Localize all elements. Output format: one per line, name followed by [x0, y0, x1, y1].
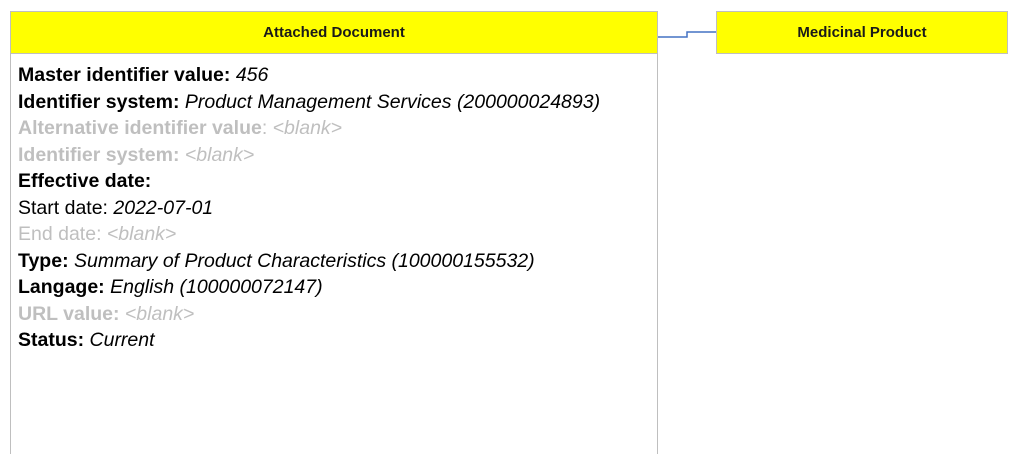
field-language: Langage: English (100000072147) — [18, 274, 657, 301]
field-end-date: End date: <blank> — [18, 221, 657, 248]
field-status: Status: Current — [18, 327, 657, 354]
field-label: Identifier system: — [18, 143, 180, 166]
field-label: URL value: — [18, 302, 120, 325]
field-label: End date: — [18, 223, 102, 245]
field-label: Type: — [18, 249, 69, 272]
field-value: English (100000072147) — [110, 276, 323, 298]
field-start-date: Start date: 2022-07-01 — [18, 195, 657, 222]
field-label: Langage: — [18, 276, 105, 298]
field-value: 456 — [235, 64, 269, 86]
field-type: Type: Summary of Product Characteristics… — [18, 248, 657, 275]
field-value: Current — [89, 329, 155, 351]
field-value: Summary of Product Characteristics (1000… — [73, 249, 535, 272]
connector-line — [658, 31, 716, 38]
field-value: 2022-07-01 — [113, 196, 214, 219]
attached-document-body: Master identifier value: 456 Identifier … — [10, 54, 658, 454]
medicinal-product-header[interactable]: Medicinal Product — [716, 11, 1008, 54]
attached-document-title: Attached Document — [263, 24, 405, 41]
field-identifier-system: Identifier system: Product Management Se… — [18, 89, 658, 116]
field-value: <blank> — [106, 223, 177, 245]
field-label: Master identifier value: — [18, 64, 231, 86]
field-value: <blank> — [124, 302, 195, 325]
field-label: Alternative identifier value — [18, 117, 262, 139]
attached-document-header[interactable]: Attached Document — [10, 11, 658, 54]
field-label: Identifier system: — [18, 90, 180, 113]
field-label: Effective date: — [18, 170, 152, 192]
field-alternative-identifier: Alternative identifier value: <blank> — [18, 115, 657, 142]
field-effective-date: Effective date: — [18, 168, 657, 195]
medicinal-product-title: Medicinal Product — [797, 24, 927, 41]
field-label: Status: — [18, 329, 85, 351]
field-label: Start date: — [18, 196, 108, 219]
field-separator: : — [261, 117, 268, 139]
field-alternative-identifier-system: Identifier system: <blank> — [18, 142, 657, 169]
field-url-value: URL value: <blank> — [18, 301, 657, 328]
field-master-identifier: Master identifier value: 456 — [18, 62, 657, 89]
field-value: <blank> — [184, 143, 255, 166]
field-value: Product Management Services (20000002489… — [184, 90, 601, 113]
field-value: <blank> — [272, 117, 343, 139]
